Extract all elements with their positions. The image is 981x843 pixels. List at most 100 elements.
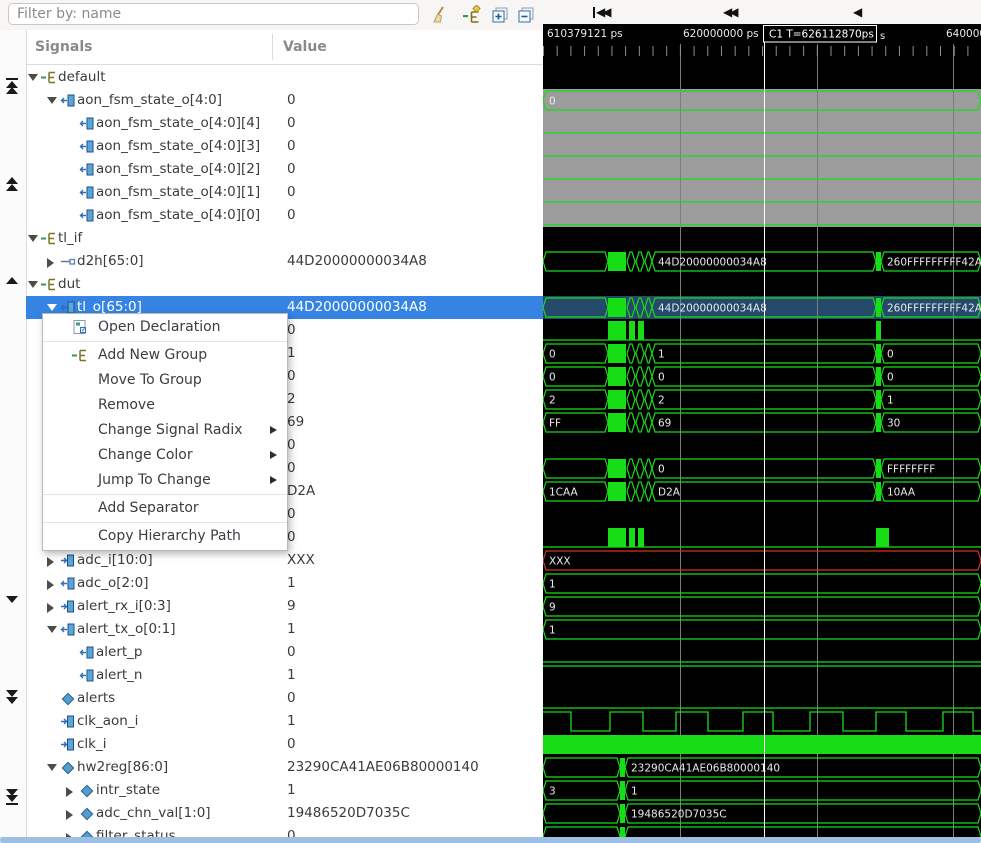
svg-text:0: 0 (549, 371, 556, 383)
tree-row-aon-fsm-state-o-4-0-0[interactable]: aon_fsm_state_o[4:0][0]0 (26, 204, 543, 227)
expand-arrow-icon[interactable] (66, 810, 73, 820)
tree-row-aon-fsm-state-o-4-0-1[interactable]: aon_fsm_state_o[4:0][1]0 (26, 181, 543, 204)
tree-row-alert-tx-o-0-1[interactable]: alert_tx_o[0:1]1 (26, 618, 543, 641)
tree-row-aon-fsm-state-o-4-0-4[interactable]: aon_fsm_state_o[4:0][4]0 (26, 112, 543, 135)
port-in-icon (60, 553, 77, 568)
signal-name: adc_chn_val[1:0] (96, 805, 211, 821)
expand-arrow-icon[interactable] (47, 557, 54, 567)
svg-text:0: 0 (549, 348, 556, 360)
tree-row-adc-i-10-0[interactable]: adc_i[10:0]XXX (26, 549, 543, 572)
tree-row-alert-n[interactable]: alert_n1 (26, 664, 543, 687)
expand-arrow-icon[interactable] (66, 787, 73, 797)
collapse-arrow-icon[interactable] (28, 74, 38, 81)
tree-row-hw2reg-86-0[interactable]: hw2reg[86:0]23290CA41AE06B80000140 (26, 756, 543, 779)
expand-arrow-icon[interactable] (47, 580, 54, 590)
svg-text:1: 1 (658, 348, 665, 360)
menu-item-jump-to-change[interactable]: Jump To Change (43, 468, 287, 493)
tree-row-aon-fsm-state-o-4-0-3[interactable]: aon_fsm_state_o[4:0][3]0 (26, 135, 543, 158)
tree-row-default[interactable]: default (26, 66, 543, 89)
expand-arrow-icon[interactable] (47, 603, 54, 613)
collapse-arrow-icon[interactable] (28, 281, 38, 288)
signal-value: 0 (287, 322, 296, 338)
collapse-all-icon[interactable] (516, 5, 536, 25)
value-column-header: Value (283, 39, 327, 55)
collapse-arrow-icon[interactable] (47, 626, 57, 633)
collapse-arrow-icon[interactable] (47, 304, 57, 311)
svg-text:44D20000000034A8: 44D20000000034A8 (658, 256, 767, 268)
port-in-icon (60, 737, 77, 752)
tree-row-d2h-65-0[interactable]: d2h[65:0] 44D20000000034A8 (26, 250, 543, 273)
signal-value: 0 (287, 529, 296, 545)
wave-row-29[interactable] (543, 735, 981, 754)
signal-name: alert_p (96, 644, 143, 660)
collapse-arrow-icon[interactable] (47, 97, 57, 104)
port-out-icon (79, 185, 96, 200)
tree-row-tl-if[interactable]: tl_if (26, 227, 543, 250)
port-out-icon (79, 668, 96, 683)
signal-name: adc_i[10:0] (77, 552, 153, 568)
tree-row-adc-o-2-0[interactable]: adc_o[2:0]1 (26, 572, 543, 595)
menu-item-label: Add Separator (98, 500, 199, 516)
signal-name: aon_fsm_state_o[4:0][0] (96, 207, 260, 223)
fast-backward-button[interactable]: ◀◀ (723, 4, 736, 20)
horizontal-scrollbar-thumb[interactable] (0, 837, 981, 843)
menu-separator (43, 341, 287, 342)
horizontal-scrollbar-track[interactable] (0, 837, 981, 843)
menu-item-open-declaration[interactable]: Open Declaration (43, 315, 287, 340)
go-to-first-event-button[interactable]: ◀◀ (593, 4, 609, 20)
signal-name: default (58, 69, 106, 85)
filter-input[interactable] (8, 3, 419, 25)
signal-value: 1 (287, 345, 296, 361)
tree-row-aon-fsm-state-o-4-0-2[interactable]: aon_fsm_state_o[4:0][2]0 (26, 158, 543, 181)
diamond-icon (79, 783, 96, 798)
tree-row-aon-fsm-state-o-4-0[interactable]: aon_fsm_state_o[4:0]0 (26, 89, 543, 112)
signal-value: 1 (287, 782, 296, 798)
add-group-icon (72, 347, 89, 364)
waveform-canvas[interactable]: 044D20000000034A8260FFFFFFFFF42A944D2000… (543, 24, 981, 837)
waveform-panel[interactable]: ◀◀ ◀◀ ◀ 0 44D20000000034A8 260FFFFFFFFF42A… (543, 0, 981, 843)
expand-all-icon[interactable] (490, 5, 510, 25)
collapse-arrow-icon[interactable] (28, 235, 38, 242)
column-divider (272, 34, 273, 60)
menu-item-label: Add New Group (98, 347, 207, 363)
tree-row-alert-p[interactable]: alert_p0 (26, 641, 543, 664)
tree-row-adc-chn-val-1-0[interactable]: adc_chn_val[1:0]19486520D7035C (26, 802, 543, 825)
svg-text:2: 2 (658, 394, 665, 406)
step-backward-button[interactable]: ◀ (853, 4, 860, 20)
signal-name: alert_tx_o[0:1] (77, 621, 175, 637)
group-icon (41, 231, 58, 246)
signal-name: intr_state (96, 782, 160, 798)
signal-value: D2A (287, 483, 315, 499)
menu-item-add-separator[interactable]: Add Separator (43, 496, 287, 521)
menu-item-remove[interactable]: Remove (43, 393, 287, 418)
wire-icon (60, 254, 77, 269)
signal-name: aon_fsm_state_o[4:0][3] (96, 138, 260, 154)
svg-text:FFFFFFFF: FFFFFFFF (887, 463, 935, 475)
tree-row-clk-aon-i[interactable]: clk_aon_i1 (26, 710, 543, 733)
menu-item-change-signal-radix[interactable]: Change Signal Radix (43, 418, 287, 443)
signal-value: 44D20000000034A8 (287, 253, 427, 269)
clear-filter-broom-icon[interactable] (430, 5, 450, 25)
signal-value: 0 (287, 115, 296, 131)
timeline-label: 610379121 ps (547, 28, 623, 40)
tree-row-alerts[interactable]: alerts0 (26, 687, 543, 710)
signal-name: tl_if (58, 230, 82, 246)
tree-row-clk-i[interactable]: clk_i0 (26, 733, 543, 756)
tree-row-dut[interactable]: dut (26, 273, 543, 296)
menu-item-add-new-group[interactable]: Add New Group (43, 343, 287, 368)
cursor-label: C1 T=626112870ps (769, 29, 874, 41)
svg-text:XXX: XXX (549, 555, 571, 567)
tree-row-alert-rx-i-0-3[interactable]: alert_rx_i[0:3]9 (26, 595, 543, 618)
submenu-arrow-icon (270, 426, 277, 434)
menu-item-copy-hierarchy-path[interactable]: Copy Hierarchy Path (43, 524, 287, 549)
expand-arrow-icon[interactable] (47, 258, 54, 268)
signal-name: d2h[65:0] (77, 253, 144, 269)
menu-item-change-color[interactable]: Change Color (43, 443, 287, 468)
add-group-icon[interactable] (463, 5, 483, 25)
collapse-arrow-icon[interactable] (47, 764, 57, 771)
menu-item-move-to-group[interactable]: Move To Group (43, 368, 287, 393)
signal-value: 44D20000000034A8 (287, 299, 427, 315)
svg-text:260FFFFFFFFF42A9: 260FFFFFFFFF42A9 (887, 302, 981, 314)
tree-row-intr-state[interactable]: intr_state 1 (26, 779, 543, 802)
svg-text:0: 0 (887, 371, 894, 383)
